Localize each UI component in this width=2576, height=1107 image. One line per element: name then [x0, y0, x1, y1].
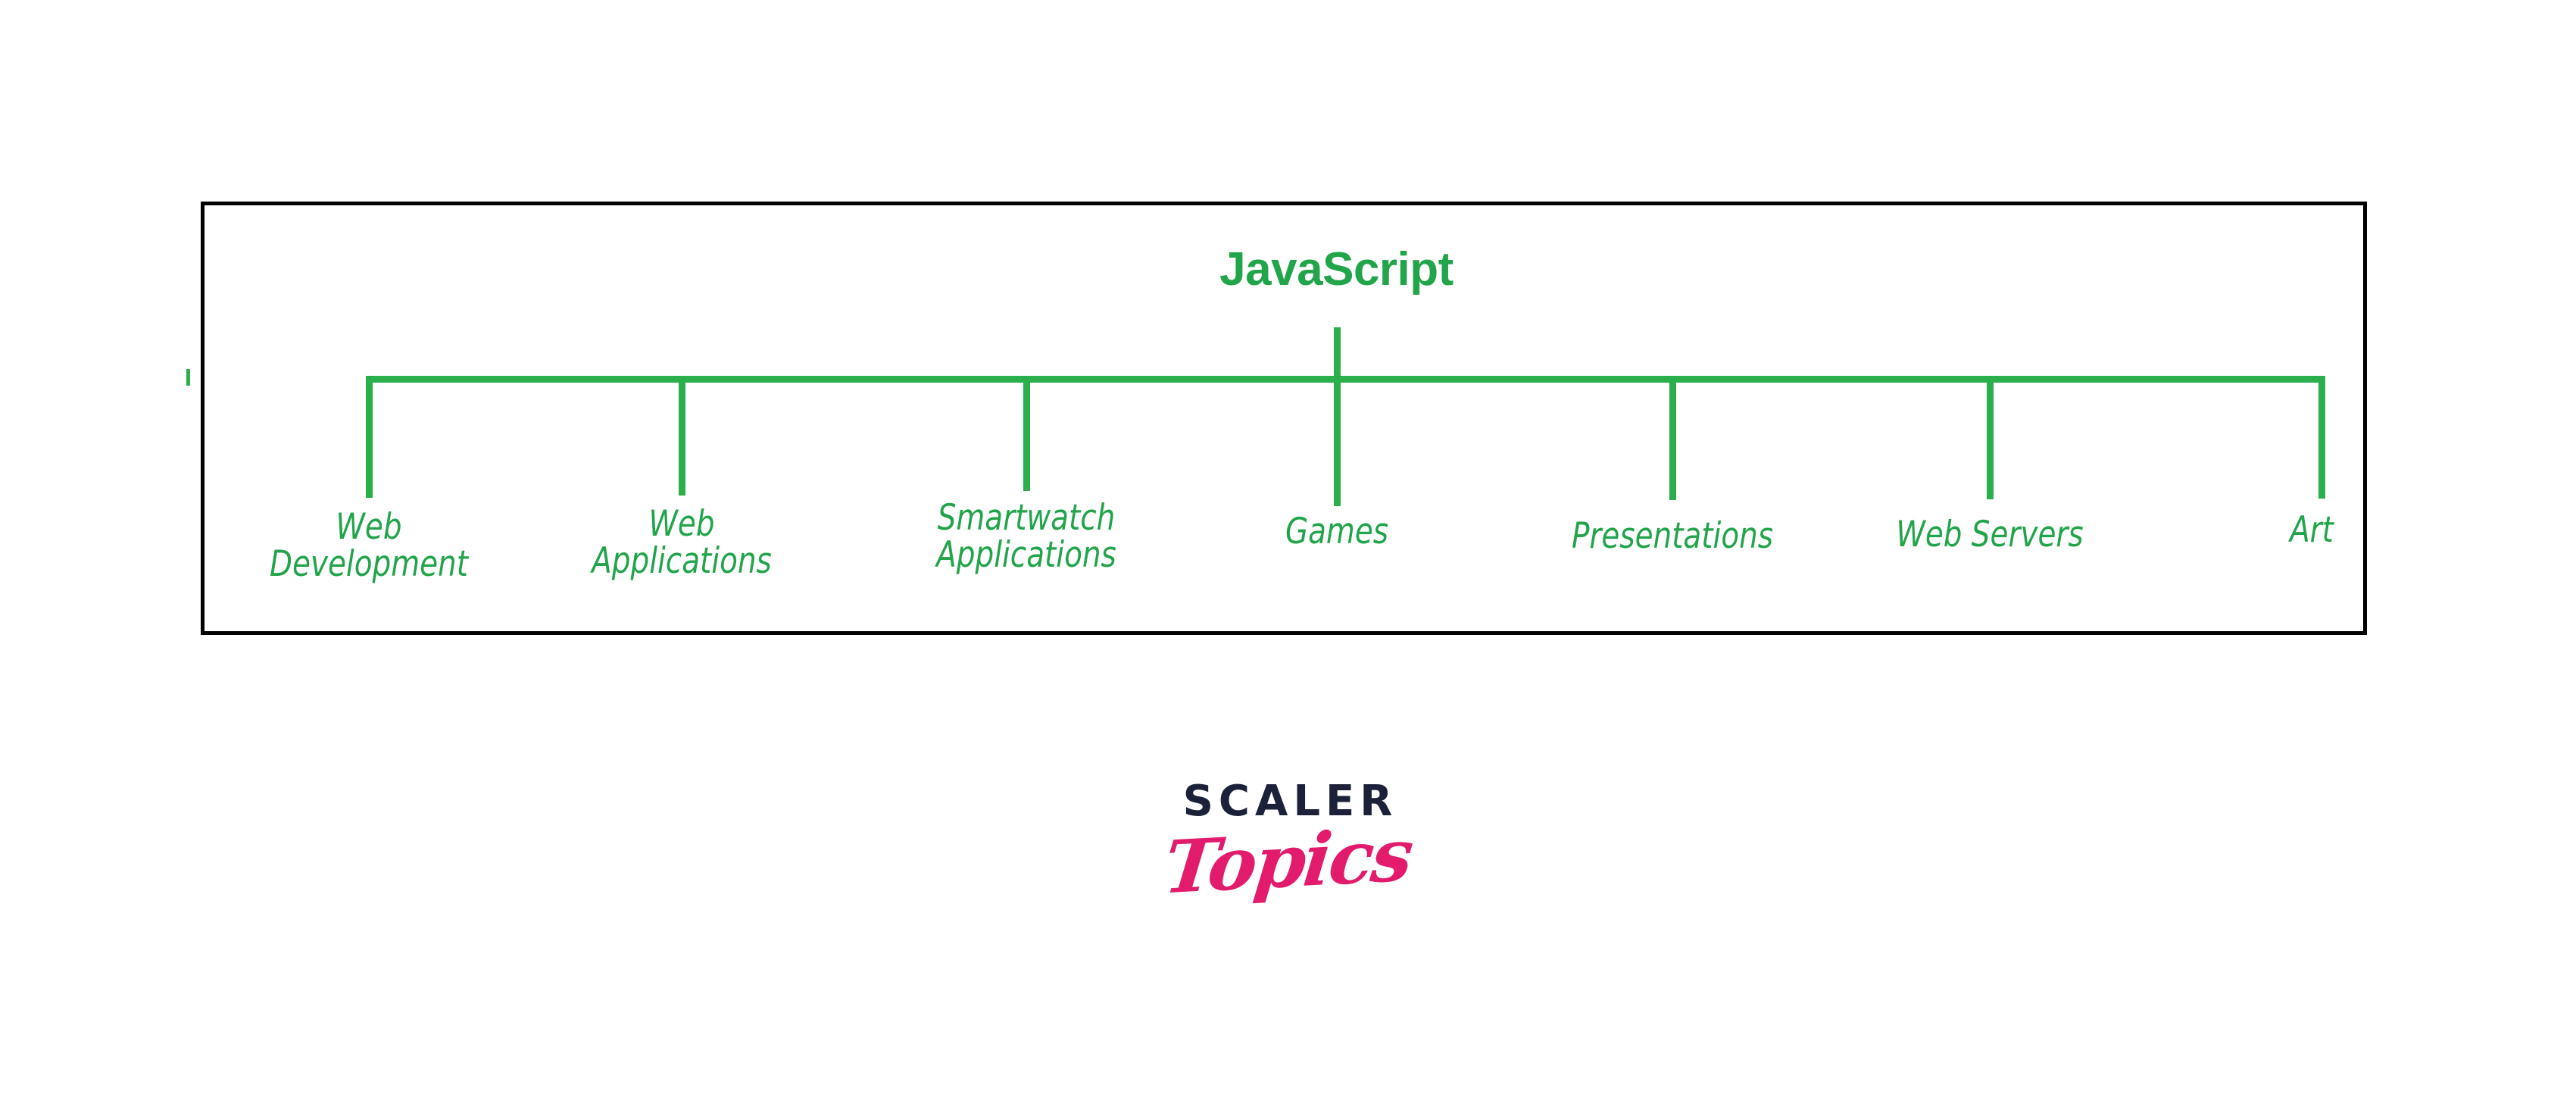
- logo-wordmark-topics: Topics: [1160, 811, 1416, 911]
- leaf-node-games: Games: [1285, 511, 1389, 552]
- leaf-node-web-servers: Web Servers: [1896, 514, 2084, 555]
- leaf-node-art: Art: [2290, 509, 2334, 551]
- root-node-label: JavaScript: [1219, 243, 1453, 296]
- leaf-node-web-applications: Web Applications: [592, 503, 772, 582]
- scaler-topics-logo: SCALER Topics: [1076, 780, 1500, 911]
- stray-tick-mark: [186, 369, 190, 386]
- leaf-node-presentations: Presentations: [1571, 515, 1774, 557]
- root-node-javascript: JavaScript: [0, 242, 2576, 296]
- leaf-node-smartwatch-applications: Smartwatch Applications: [936, 497, 1116, 576]
- leaf-node-web-development: Web Development: [270, 506, 468, 585]
